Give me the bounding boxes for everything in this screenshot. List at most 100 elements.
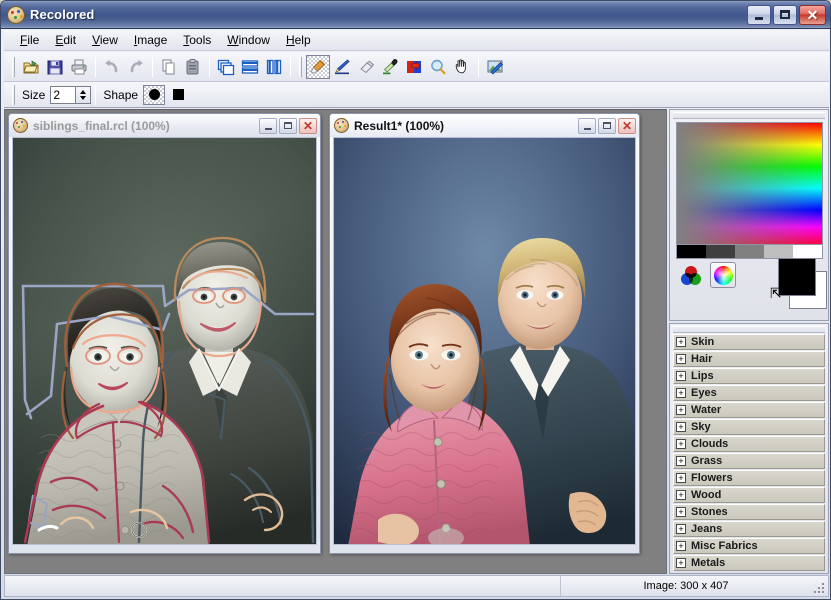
category-row-grass[interactable]: + Grass [673,453,825,469]
maximize-button[interactable] [773,4,797,25]
round-brush-shape-button[interactable] [143,84,166,105]
menu-item-help[interactable]: Help [278,31,319,49]
category-row-clouds[interactable]: + Clouds [673,436,825,452]
document-minimize-button[interactable] [259,117,277,134]
source-image-canvas[interactable] [12,137,317,545]
brush-size-stepper[interactable] [76,85,92,104]
minimize-button[interactable] [747,4,771,25]
paste-button[interactable] [181,55,205,79]
tools-group-grip[interactable] [299,56,302,77]
expand-icon[interactable]: + [676,507,686,517]
menu-label-file: ile [27,33,40,47]
menu-item-file[interactable]: File [12,31,47,49]
expand-icon[interactable]: + [676,558,686,568]
category-row-skin[interactable]: + Skin [673,334,825,350]
menu-item-image[interactable]: Image [126,31,175,49]
categories-panel-grip[interactable] [673,326,825,333]
options-bar-grip[interactable] [12,84,15,105]
cascade-windows-button[interactable] [214,55,238,79]
document-close-button[interactable]: ✕ [299,117,317,134]
category-row-flowers[interactable]: + Flowers [673,470,825,486]
expand-icon[interactable]: + [676,473,686,483]
expand-icon[interactable]: + [676,490,686,500]
document-maximize-button[interactable] [279,117,297,134]
toolbar-grip[interactable] [12,56,15,77]
category-row-misc-fabrics[interactable]: + Misc Fabrics [673,538,825,554]
category-row-stones[interactable]: + Stones [673,504,825,520]
brush-size-input[interactable] [50,85,77,104]
document-title-bar-source: siblings_final.rcl (100%) ✕ [9,114,320,137]
undo-button[interactable] [100,55,124,79]
pan-tool-button[interactable] [450,55,474,79]
menu-label-image: mage [137,33,168,47]
redo-button[interactable] [124,55,148,79]
open-file-button[interactable] [19,55,43,79]
expand-icon[interactable]: + [676,541,686,551]
category-row-hair[interactable]: + Hair [673,351,825,367]
gray-swatch-0[interactable] [677,245,706,258]
recolor-tool-button[interactable] [402,55,426,79]
foreground-color-swatch[interactable] [778,258,816,296]
expand-icon[interactable]: + [676,405,686,415]
title-bar: Recolored ✕ [1,1,830,29]
brush-tool-button[interactable] [306,54,330,79]
category-label: Stones [691,506,728,518]
close-button[interactable]: ✕ [799,4,826,25]
expand-icon[interactable]: + [676,371,686,381]
document-window-result[interactable]: Result1* (100%) ✕ [329,113,640,554]
line-tool-button[interactable] [330,55,354,79]
gray-swatch-1[interactable] [706,245,735,258]
expand-icon[interactable]: + [676,439,686,449]
document-title-source: siblings_final.rcl (100%) [33,118,170,133]
window-controls: ✕ [747,4,826,25]
expand-icon[interactable]: + [676,456,686,466]
result-image-canvas[interactable] [333,137,636,545]
menu-item-tools[interactable]: Tools [175,31,219,49]
document-window-source[interactable]: siblings_final.rcl (100%) ✕ [8,113,321,554]
rgb-venn-mode-button[interactable] [678,262,704,288]
brush-options-bar: Size Shape [4,82,829,108]
color-picker-tool-button[interactable] [378,55,402,79]
expand-icon[interactable]: + [676,354,686,364]
hue-saturation-gradient[interactable] [676,122,823,245]
category-row-metals[interactable]: + Metals [673,555,825,571]
document-window-controls-source: ✕ [259,117,317,134]
gray-swatch-2[interactable] [735,245,764,258]
tile-vertical-button[interactable] [262,55,286,79]
document-maximize-button[interactable] [598,117,616,134]
menu-bar: File Edit View Image Tools Window Help [4,30,829,51]
menu-item-view[interactable]: View [84,31,126,49]
expand-icon[interactable]: + [676,422,686,432]
category-row-eyes[interactable]: + Eyes [673,385,825,401]
category-row-wood[interactable]: + Wood [673,487,825,503]
category-row-jeans[interactable]: + Jeans [673,521,825,537]
swap-colors-arrow-icon[interactable]: ⇱ [770,286,782,300]
square-brush-shape-button[interactable] [167,85,189,105]
menu-item-edit[interactable]: Edit [47,31,84,49]
category-row-lips[interactable]: + Lips [673,368,825,384]
expand-icon[interactable]: + [676,337,686,347]
document-close-button[interactable]: ✕ [618,117,636,134]
category-label: Hair [691,353,713,365]
resize-grip[interactable] [811,580,825,594]
image-properties-button[interactable] [483,55,507,79]
right-dock: ⇱ + Skin + Hair + Lips + Eyes + Water + Sky + Clouds +… [669,109,829,574]
gray-swatch-3[interactable] [764,245,793,258]
grayscale-ramp[interactable] [676,245,823,259]
color-panel-grip[interactable] [673,112,825,119]
eraser-tool-button[interactable] [354,55,378,79]
color-wheel-mode-button[interactable] [710,262,736,288]
expand-icon[interactable]: + [676,524,686,534]
save-file-button[interactable] [43,55,67,79]
status-bar: Image: 300 x 407 [4,575,829,597]
menu-item-window[interactable]: Window [219,31,278,49]
copy-button[interactable] [157,55,181,79]
category-row-sky[interactable]: + Sky [673,419,825,435]
document-minimize-button[interactable] [578,117,596,134]
print-button[interactable] [67,55,91,79]
gray-swatch-4[interactable] [793,245,822,258]
tile-horizontal-button[interactable] [238,55,262,79]
expand-icon[interactable]: + [676,388,686,398]
category-row-water[interactable]: + Water [673,402,825,418]
zoom-tool-button[interactable] [426,55,450,79]
